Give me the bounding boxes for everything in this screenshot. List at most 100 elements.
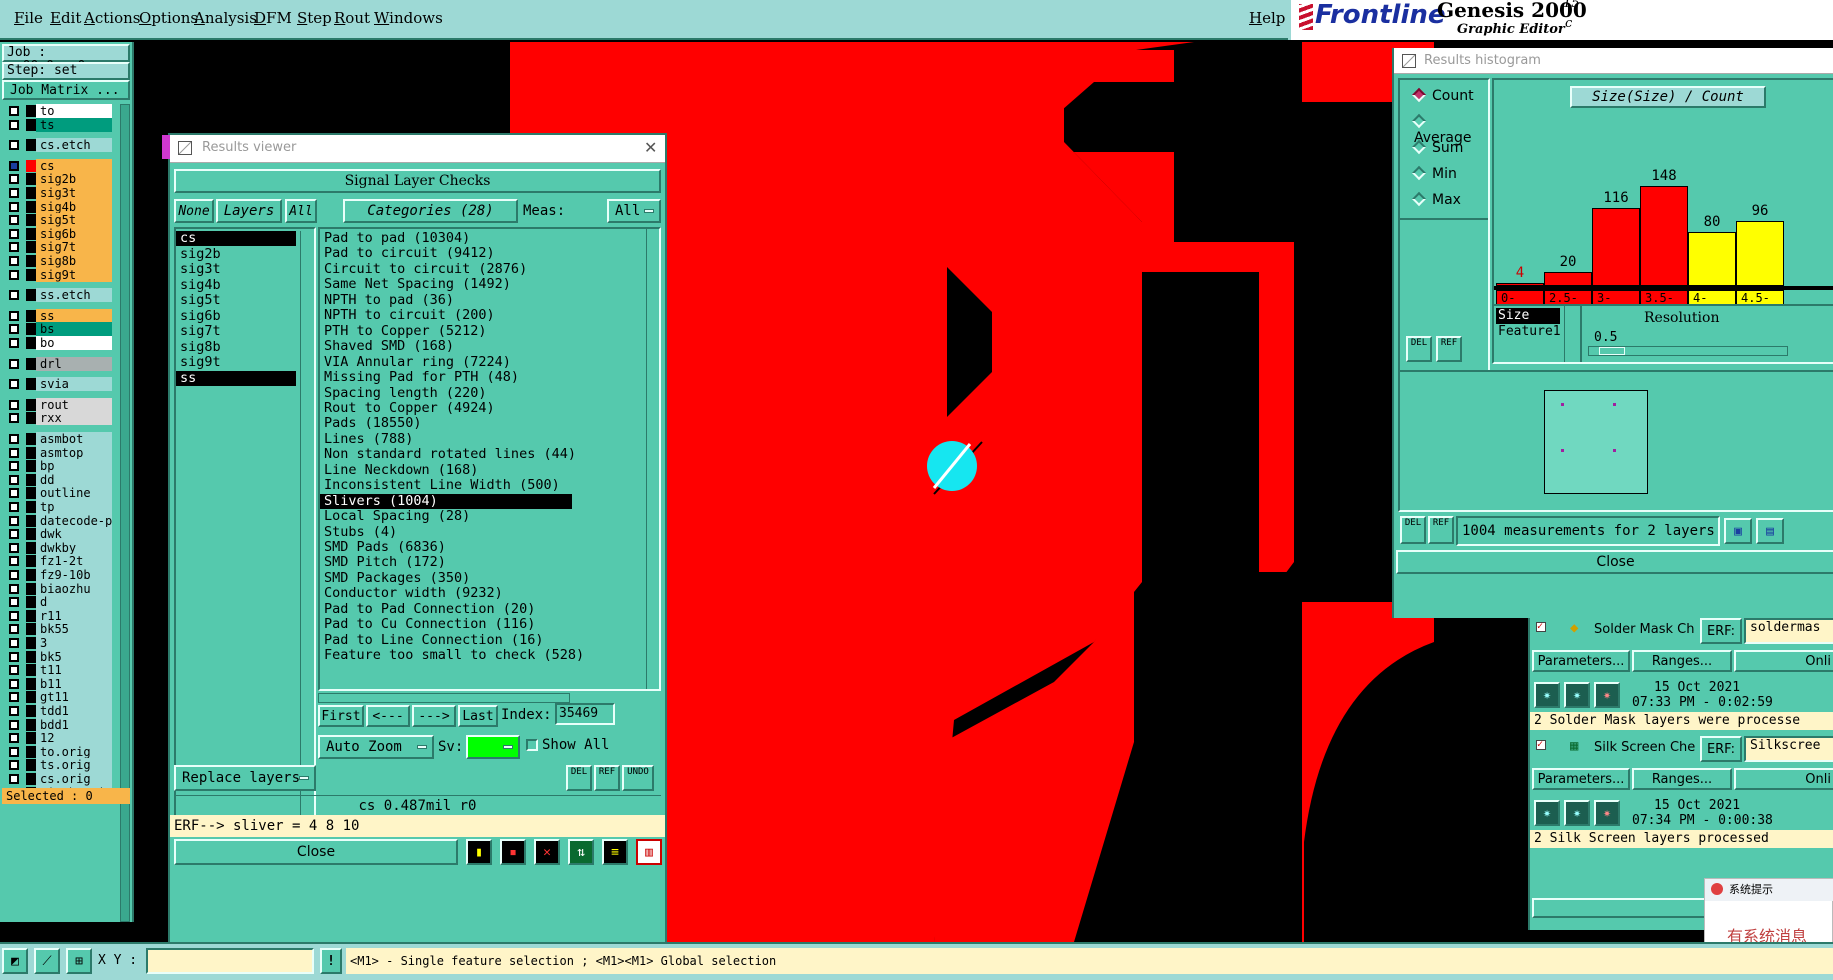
measure-icon[interactable]: ⟋ bbox=[34, 948, 60, 974]
layer-checkbox[interactable] bbox=[9, 338, 19, 348]
layer-name[interactable]: asmtop bbox=[36, 445, 112, 460]
layer-name[interactable]: sig6b bbox=[36, 226, 112, 241]
layer-checkbox[interactable] bbox=[9, 610, 19, 621]
layer-name[interactable]: b11 bbox=[36, 676, 112, 691]
layer-row[interactable]: bp bbox=[6, 459, 112, 474]
layer-checkbox[interactable] bbox=[9, 201, 19, 212]
last-button[interactable]: Last bbox=[458, 705, 498, 727]
layer-row[interactable]: bk55 bbox=[6, 622, 112, 637]
category-item[interactable]: Pads (18550) bbox=[320, 416, 572, 431]
histogram-bar[interactable] bbox=[1640, 186, 1688, 286]
layer-name[interactable]: sig4b bbox=[36, 199, 112, 214]
layer-name[interactable]: rout bbox=[36, 397, 112, 412]
layer-row[interactable]: sig6b bbox=[6, 226, 112, 241]
layer-name[interactable]: dwk bbox=[36, 527, 112, 542]
report-icon[interactable]: ≡ bbox=[602, 839, 628, 865]
first-button[interactable]: First bbox=[318, 705, 364, 727]
layer-checkbox[interactable] bbox=[9, 324, 19, 335]
layer-row[interactable]: to bbox=[6, 104, 112, 118]
layer-row[interactable]: outline bbox=[6, 486, 112, 501]
layer-name[interactable]: bdd1 bbox=[36, 717, 112, 732]
layer-name[interactable]: r11 bbox=[36, 608, 112, 623]
layer-checkbox[interactable] bbox=[9, 583, 19, 594]
del-button[interactable]: DEL bbox=[566, 765, 592, 791]
layer-name[interactable]: tp bbox=[36, 500, 112, 514]
layer-name[interactable]: bk55 bbox=[36, 622, 112, 637]
histogram-bar[interactable] bbox=[1592, 208, 1640, 286]
layer-row[interactable]: cs bbox=[6, 158, 112, 173]
window-icon-2[interactable]: ▤ bbox=[1756, 518, 1784, 544]
preview-ref-button[interactable]: REF bbox=[1428, 516, 1454, 544]
layer-name[interactable]: ss bbox=[36, 308, 112, 323]
category-item[interactable]: Feature too small to check (528) bbox=[320, 648, 584, 663]
layer-name[interactable]: gt11 bbox=[36, 690, 112, 705]
layer-row[interactable]: d bbox=[6, 595, 112, 610]
layer-checkbox[interactable] bbox=[9, 706, 19, 716]
layer-option[interactable]: sig7t bbox=[176, 324, 296, 339]
item1-erf-button[interactable]: ERF: bbox=[1700, 618, 1742, 644]
category-item[interactable]: NPTH to pad (36) bbox=[320, 292, 572, 308]
layer-name[interactable]: d bbox=[36, 595, 112, 610]
layer-row[interactable]: drl bbox=[6, 356, 112, 371]
layer-name[interactable]: dwkby bbox=[36, 540, 112, 555]
next-button[interactable]: ---> bbox=[412, 705, 456, 727]
layer-row[interactable]: 3 bbox=[6, 636, 112, 650]
export-icon[interactable]: ▣ bbox=[1724, 518, 1752, 544]
layer-name[interactable]: fz9-10b bbox=[36, 568, 112, 582]
layer-name[interactable]: asmbot bbox=[36, 432, 112, 446]
layer-name[interactable]: biaozhu bbox=[36, 581, 112, 596]
category-item[interactable]: Non standard rotated lines (44) bbox=[320, 447, 576, 462]
layer-checkbox[interactable] bbox=[9, 106, 19, 116]
step-icon[interactable]: ⇅ bbox=[568, 839, 594, 865]
layer-name[interactable]: sig3t bbox=[36, 186, 112, 200]
layer-row[interactable]: sig9t bbox=[6, 267, 112, 282]
none-button[interactable]: None bbox=[174, 199, 214, 223]
layer-row[interactable]: ts.orig bbox=[6, 758, 112, 773]
run-icon[interactable]: ✷ bbox=[1534, 800, 1560, 826]
category-item[interactable]: Line Neckdown (168) bbox=[320, 462, 572, 478]
layer-row[interactable]: rout bbox=[6, 397, 112, 412]
category-item[interactable]: Local Spacing (28) bbox=[320, 509, 572, 524]
layer-list-scrollbar[interactable] bbox=[300, 231, 312, 819]
xy-input[interactable] bbox=[146, 948, 314, 974]
item2-erf-field[interactable]: Silkscree bbox=[1744, 736, 1833, 762]
mode-min-radio[interactable]: Min bbox=[1411, 165, 1457, 182]
show-all-checkbox[interactable] bbox=[526, 739, 538, 751]
layer-checkbox[interactable] bbox=[9, 651, 19, 662]
layer-row[interactable]: ts bbox=[6, 117, 112, 132]
layer-checkbox[interactable] bbox=[9, 502, 19, 512]
layer-checkbox[interactable] bbox=[9, 597, 19, 608]
histogram-bar[interactable] bbox=[1736, 221, 1784, 286]
undo-button[interactable]: UNDO bbox=[622, 765, 654, 791]
layer-row[interactable]: cs.etch bbox=[6, 138, 112, 153]
layer-row[interactable]: tp bbox=[6, 500, 112, 514]
layer-checkbox[interactable] bbox=[9, 140, 19, 151]
layer-row[interactable]: t11 bbox=[6, 663, 112, 678]
histogram-icon[interactable]: ▥ bbox=[636, 839, 662, 865]
meas-dropdown[interactable]: All bbox=[607, 199, 661, 223]
layer-checkbox[interactable] bbox=[9, 174, 19, 185]
layer-row[interactable]: rxx bbox=[6, 411, 112, 426]
layer-option[interactable]: ss bbox=[176, 370, 296, 386]
layer-row[interactable]: bdd1 bbox=[6, 717, 112, 732]
category-item[interactable]: Lines (788) bbox=[320, 431, 572, 447]
menu-analysis[interactable]: Analysis bbox=[194, 9, 257, 27]
layer-row[interactable]: dd bbox=[6, 472, 112, 487]
layer-name[interactable]: tdd1 bbox=[36, 704, 112, 718]
layer-row[interactable]: b11 bbox=[6, 676, 112, 691]
layer-name[interactable]: bk5 bbox=[36, 649, 112, 664]
layer-checkbox[interactable] bbox=[9, 556, 19, 567]
info-icon[interactable]: ! bbox=[320, 948, 342, 974]
item2-ranges-button[interactable]: Ranges... bbox=[1632, 768, 1732, 790]
layer-name[interactable]: svia bbox=[36, 377, 112, 392]
layer-checkbox[interactable] bbox=[9, 746, 19, 757]
layer-checkbox[interactable] bbox=[9, 733, 19, 744]
item1-parameters-button[interactable]: Parameters... bbox=[1532, 650, 1630, 672]
layer-checkbox[interactable] bbox=[9, 678, 19, 689]
category-hscrollbar[interactable] bbox=[318, 693, 570, 703]
layer-name[interactable]: t11 bbox=[36, 663, 112, 678]
menu-options[interactable]: Options bbox=[139, 9, 198, 27]
item1-checkbox[interactable]: ✓ bbox=[1536, 622, 1546, 632]
layer-row[interactable]: asmtop bbox=[6, 445, 112, 460]
category-item[interactable]: SMD Packages (350) bbox=[320, 570, 572, 586]
